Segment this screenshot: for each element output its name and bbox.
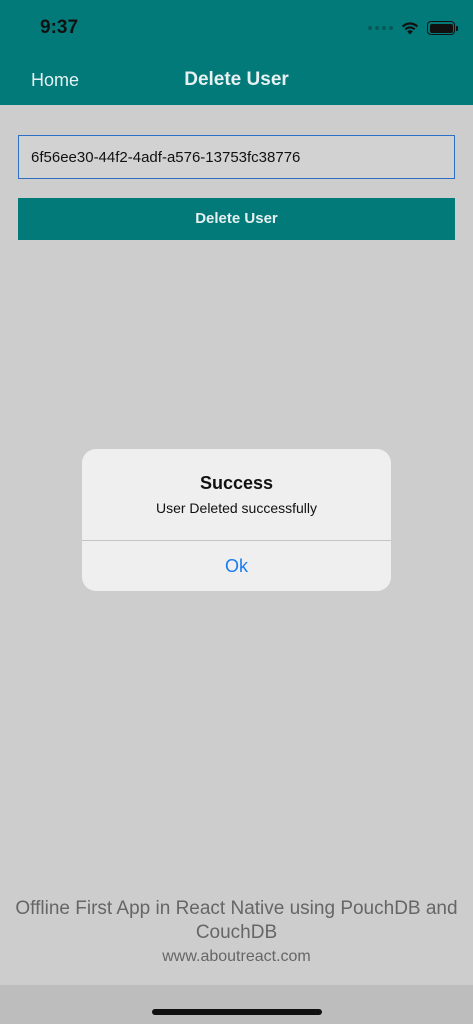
home-indicator-area bbox=[0, 985, 473, 1024]
page-title: Delete User bbox=[184, 69, 289, 90]
navigation-bar: Home Delete User bbox=[0, 56, 473, 105]
footer-url: www.aboutreact.com bbox=[162, 948, 311, 965]
alert-title: Success bbox=[199, 473, 274, 493]
alert-message: User Deleted successfully bbox=[155, 500, 318, 516]
success-alert: Success User Deleted successfully Ok bbox=[82, 449, 391, 591]
delete-user-button[interactable]: Delete User bbox=[18, 198, 455, 240]
battery-icon bbox=[427, 21, 458, 35]
signal-icon bbox=[368, 26, 393, 30]
status-time: 9:37 bbox=[40, 17, 79, 38]
wifi-icon bbox=[401, 22, 419, 35]
status-icons bbox=[368, 19, 458, 37]
alert-ok-button[interactable]: Ok bbox=[82, 541, 391, 591]
app-header: 9:37 Home Delete User bbox=[0, 0, 473, 105]
home-indicator[interactable] bbox=[152, 1009, 322, 1015]
footer: Offline First App in React Native using … bbox=[0, 897, 473, 966]
footer-title: Offline First App in React Native using … bbox=[15, 898, 458, 943]
user-id-input[interactable] bbox=[18, 135, 455, 179]
status-bar: 9:37 bbox=[0, 0, 473, 56]
